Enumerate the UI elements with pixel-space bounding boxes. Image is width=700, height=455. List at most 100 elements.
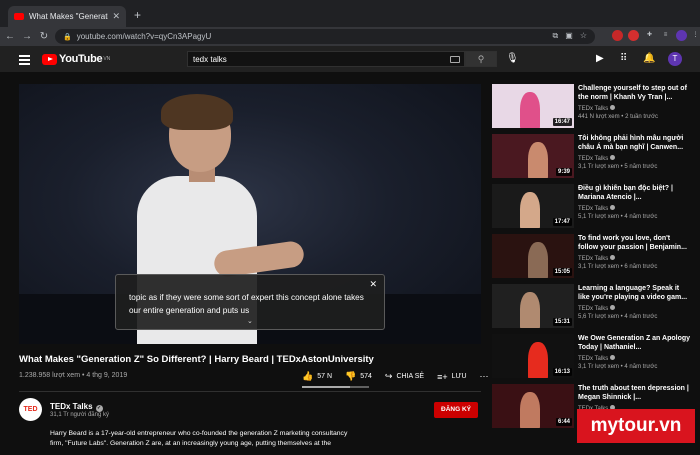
browser-tab-strip: What Makes "Generation Z... ✕ + bbox=[0, 0, 700, 27]
verified-check-icon bbox=[610, 305, 616, 310]
speaker-hair bbox=[161, 94, 233, 130]
caption-overlay[interactable]: ✕ topic as if they were some sort of exp… bbox=[115, 274, 385, 330]
sidebar-channel-name: TEDx Talks bbox=[578, 206, 609, 212]
create-video-icon[interactable]: ▶ bbox=[596, 53, 604, 64]
sidebar-video-title[interactable]: To find work you love, don't follow your… bbox=[578, 234, 692, 252]
chevron-down-icon[interactable]: ⌄ bbox=[247, 317, 253, 325]
sidebar-video-views: 441 N lượt xem • 2 tuần trước bbox=[578, 114, 659, 120]
sidebar-video-item[interactable]: 17:47 Điều gì khiến bạn độc biệt? | Maria… bbox=[492, 184, 692, 228]
bookmark-star-icon[interactable]: ☆ bbox=[580, 31, 587, 41]
sidebar-video-title[interactable]: Challenge yourself to step out of the no… bbox=[578, 84, 692, 102]
close-caption-icon[interactable]: ✕ bbox=[369, 279, 377, 290]
verified-check-icon bbox=[610, 155, 616, 160]
search-query: tedx talks bbox=[193, 55, 227, 64]
video-thumbnail[interactable]: 17:47 bbox=[492, 184, 574, 228]
like-ratio-bar bbox=[302, 386, 369, 388]
channel-name-row[interactable]: TEDx Talks ✓ bbox=[50, 402, 103, 412]
sidebar-video-item[interactable]: 15:31 Learning a language? Speak it like … bbox=[492, 284, 692, 328]
profile-icon[interactable] bbox=[676, 30, 687, 41]
share-label: CHIA SẺ bbox=[396, 373, 425, 380]
dislike-button[interactable]: 👎 574 bbox=[345, 371, 372, 382]
keyboard-icon[interactable] bbox=[450, 56, 460, 63]
sidebar-channel-row: TEDx Talks bbox=[578, 305, 692, 312]
sidebar-channel-name: TEDx Talks bbox=[578, 106, 609, 112]
channel-avatar[interactable]: TED bbox=[19, 398, 42, 421]
share-button[interactable]: ↪ CHIA SẺ bbox=[385, 371, 424, 382]
sidebar-video-item[interactable]: 16:47 Challenge yourself to step out of t… bbox=[492, 84, 692, 128]
sidebar-video-title[interactable]: We Owe Generation Z an Apology Today | N… bbox=[578, 334, 692, 352]
sidebar-channel-row: TEDx Talks bbox=[578, 105, 692, 112]
media-icon[interactable]: ≡ bbox=[660, 30, 671, 41]
reload-icon[interactable]: ↻ bbox=[37, 31, 51, 42]
puzzle-icon[interactable]: ✚ bbox=[644, 30, 655, 41]
sidebar-video-item[interactable]: 16:13 We Owe Generation Z an Apology Toda… bbox=[492, 334, 692, 378]
browser-tab[interactable]: What Makes "Generation Z... ✕ bbox=[8, 6, 126, 27]
url-text: youtube.com/watch?v=qyCn3APagyU bbox=[76, 32, 212, 41]
sidebar-video-title[interactable]: The truth about teen depression | Megan … bbox=[578, 384, 692, 402]
menu-dots-icon[interactable]: ⋮ bbox=[690, 30, 700, 41]
video-thumbnail[interactable]: 16:13 bbox=[492, 334, 574, 378]
avatar[interactable]: T bbox=[668, 52, 682, 66]
verified-check-icon bbox=[610, 355, 616, 360]
channel-name: TEDx Talks bbox=[50, 402, 93, 411]
thumbnail-figure bbox=[528, 142, 548, 178]
subscriber-count: 31,1 Tr người đăng ký bbox=[50, 412, 109, 418]
thumbnail-figure bbox=[520, 392, 540, 428]
video-thumbnail[interactable]: 15:05 bbox=[492, 234, 574, 278]
sidebar-video-views: 3,1 Tr lượt xem • 6 năm trước bbox=[578, 264, 658, 270]
sidebar-video-title[interactable]: Learning a language? Speak it like you'r… bbox=[578, 284, 692, 302]
youtube-logo[interactable]: YouTube VN bbox=[42, 53, 110, 65]
address-bar[interactable]: 🔒 youtube.com/watch?v=qyCn3APagyU ⧉ ▣ ☆ bbox=[55, 29, 595, 44]
video-duration: 17:47 bbox=[552, 218, 572, 226]
search-input[interactable]: tedx talks bbox=[187, 51, 465, 67]
new-tab-icon[interactable]: + bbox=[134, 9, 141, 21]
sidebar-video-title[interactable]: Tôi không phải hình mẫu người châu Á mà … bbox=[578, 134, 692, 152]
extension-badge-icon[interactable] bbox=[628, 30, 639, 41]
sidebar-channel-name: TEDx Talks bbox=[578, 356, 609, 362]
close-tab-icon[interactable]: ✕ bbox=[112, 11, 120, 22]
video-thumbnail[interactable]: 6:44 bbox=[492, 384, 574, 428]
more-options-icon[interactable]: ⋯ bbox=[480, 371, 489, 382]
search-button[interactable]: ⚲ bbox=[465, 51, 497, 67]
browser-toolbar: ← → ↻ 🔒 youtube.com/watch?v=qyCn3APagyU … bbox=[0, 27, 700, 46]
sidebar-video-item[interactable]: 9:39 Tôi không phải hình mẫu người châu Á… bbox=[492, 134, 692, 178]
back-icon[interactable]: ← bbox=[3, 31, 17, 42]
sidebar-channel-row: TEDx Talks bbox=[578, 255, 692, 262]
video-thumbnail[interactable]: 15:31 bbox=[492, 284, 574, 328]
caption-text: topic as if they were some sort of exper… bbox=[129, 293, 364, 315]
thumbs-up-icon: 👍 bbox=[302, 371, 314, 381]
verified-check-icon: ✓ bbox=[95, 405, 103, 412]
menu-icon[interactable] bbox=[19, 55, 30, 67]
video-duration: 15:05 bbox=[552, 268, 572, 276]
verified-check-icon bbox=[610, 105, 616, 110]
like-button[interactable]: 👍 57 N bbox=[302, 371, 332, 382]
video-duration: 15:31 bbox=[552, 318, 572, 326]
sidebar-video-title[interactable]: Điều gì khiến bạn độc biệt? | Mariana At… bbox=[578, 184, 692, 202]
sidebar-channel-name: TEDx Talks bbox=[578, 306, 609, 312]
thumbs-down-icon: 👎 bbox=[345, 371, 357, 381]
extension-icon[interactable] bbox=[612, 30, 623, 41]
sidebar-video-item[interactable]: 15:05 To find work you love, don't follow… bbox=[492, 234, 692, 278]
camera-icon[interactable]: ▣ bbox=[565, 31, 573, 41]
share-icon: ↪ bbox=[384, 371, 393, 381]
microphone-icon[interactable]: 🎙 bbox=[506, 53, 519, 64]
subscribe-button[interactable]: ĐĂNG KÝ bbox=[434, 402, 478, 418]
video-duration: 16:47 bbox=[552, 118, 572, 126]
video-thumbnail[interactable]: 16:47 bbox=[492, 84, 574, 128]
thumbnail-figure bbox=[520, 192, 540, 228]
search-icon: ⚲ bbox=[477, 54, 485, 64]
video-title: What Makes "Generation Z" So Different? … bbox=[19, 354, 374, 365]
dislike-count: 574 bbox=[360, 373, 372, 380]
playlist-add-icon: ≡+ bbox=[437, 371, 448, 382]
open-in-app-icon[interactable]: ⧉ bbox=[553, 31, 559, 41]
sidebar-video-views: 3,1 Tr lượt xem • 4 năm trước bbox=[578, 364, 658, 370]
save-label: LƯU bbox=[451, 373, 467, 380]
thumbnail-figure bbox=[520, 92, 540, 128]
video-thumbnail[interactable]: 9:39 bbox=[492, 134, 574, 178]
apps-grid-icon[interactable]: ⠿ bbox=[620, 53, 627, 64]
save-button[interactable]: ≡+ LƯU bbox=[437, 372, 466, 382]
forward-icon[interactable]: → bbox=[20, 31, 34, 42]
sidebar-channel-row: TEDx Talks bbox=[578, 205, 692, 212]
notifications-bell-icon[interactable]: 🔔 bbox=[643, 53, 655, 64]
like-ratio-fill bbox=[302, 386, 351, 388]
